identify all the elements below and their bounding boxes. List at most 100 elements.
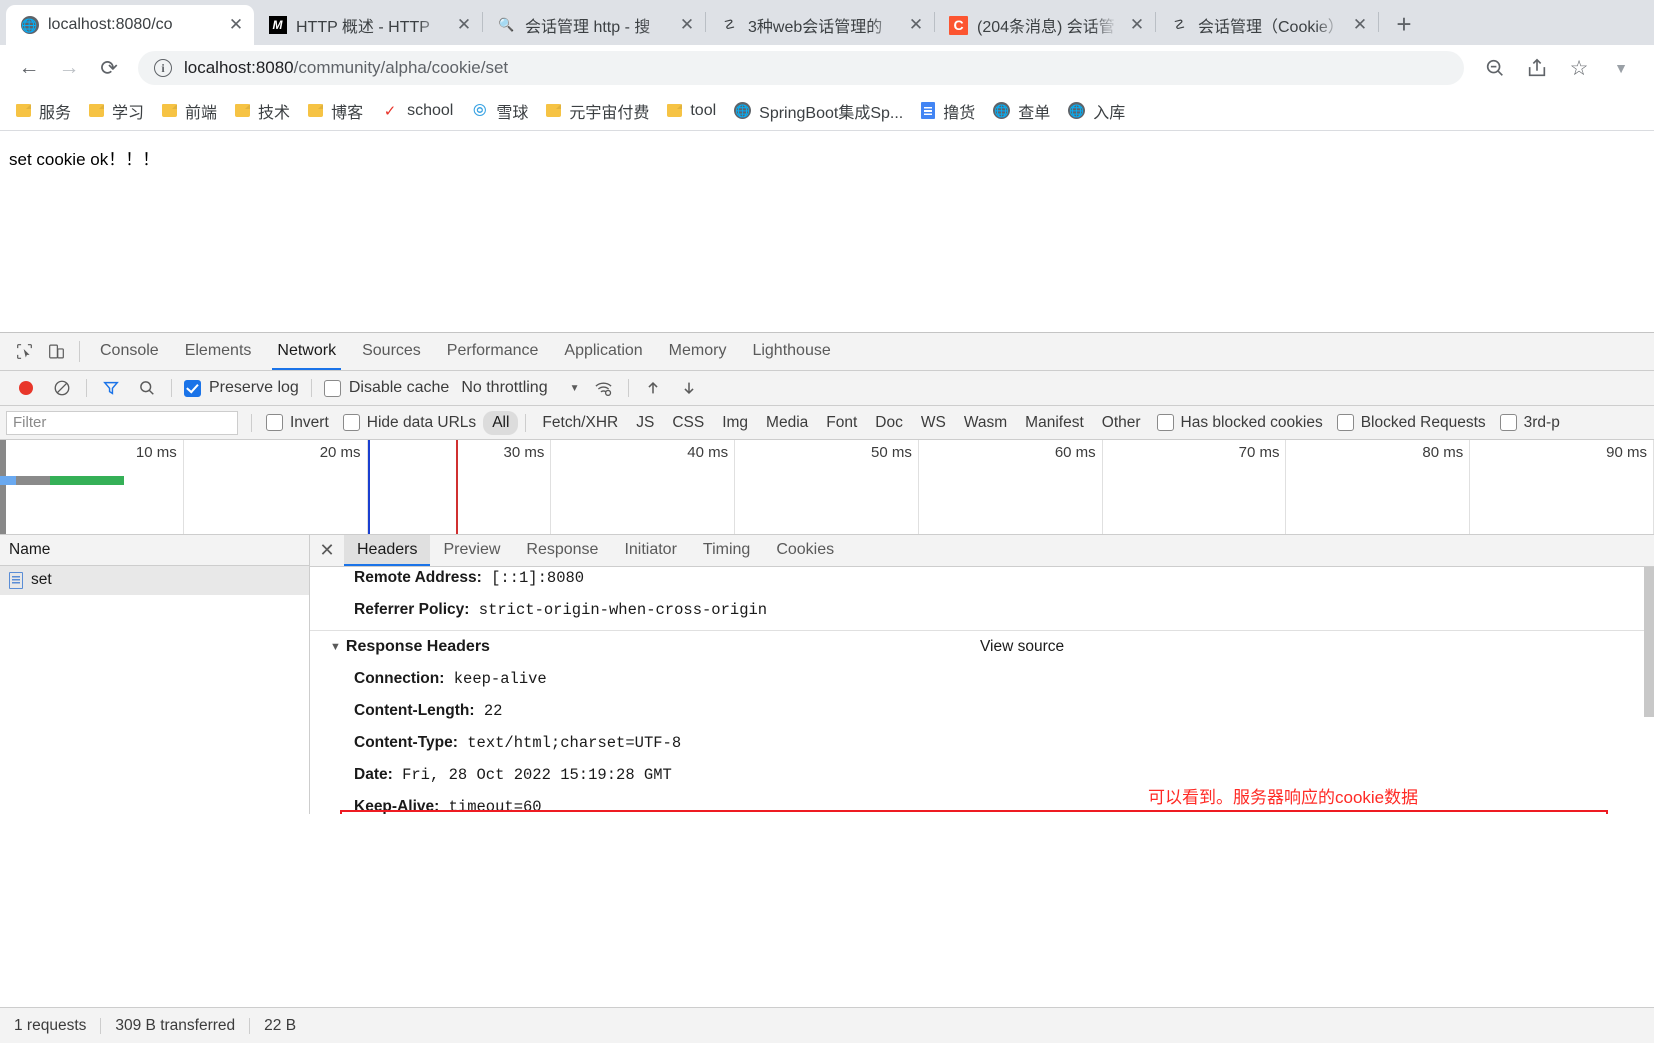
filter-type-fetch-xhr[interactable]: Fetch/XHR [533,411,627,435]
blocked-requests-checkbox[interactable]: Blocked Requests [1330,414,1493,432]
filter-type-img[interactable]: Img [713,411,757,435]
filter-type-js[interactable]: JS [627,411,663,435]
bookmark-label: 学习 [112,104,145,122]
hide-data-urls-label: Hide data URLs [366,413,477,431]
clear-icon[interactable] [44,374,80,402]
preserve-log-checkbox[interactable]: Preserve log [178,379,305,397]
tab-close-icon[interactable]: ✕ [906,15,926,35]
bookmark-item[interactable]: 撸货 [913,94,983,128]
reload-icon[interactable]: ⟳ [90,49,128,87]
network-conditions-icon[interactable] [586,374,622,402]
bookmark-item[interactable]: 服务 [8,94,79,128]
invert-checkbox[interactable]: Invert [259,414,336,432]
browser-tab-3[interactable]: ☡ 3种web会话管理的 ✕ [706,5,934,45]
has-blocked-cookies-checkbox[interactable]: Has blocked cookies [1150,414,1330,432]
bookmark-item[interactable]: 🌐 查单 [985,94,1058,128]
browser-menu-icon[interactable]: ▼ [1602,49,1640,87]
request-list-empty-area [0,594,309,814]
close-icon[interactable]: ✕ [310,535,344,566]
browser-tab-5[interactable]: ☡ 会话管理（Cookie） ✕ [1156,5,1378,45]
filter-type-font[interactable]: Font [817,411,866,435]
bookmark-item[interactable]: 学习 [81,94,152,128]
browser-tab-4[interactable]: C (204条消息) 会话管 ✕ [935,5,1155,45]
filter-type-manifest[interactable]: Manifest [1016,411,1093,435]
filter-type-media[interactable]: Media [757,411,817,435]
new-tab-button[interactable]: + [1385,5,1423,43]
disable-cache-checkbox[interactable]: Disable cache [318,379,456,397]
share-icon[interactable] [1518,49,1556,87]
tab-title: 会话管理（Cookie） [1198,19,1341,36]
import-har-icon[interactable] [635,374,671,402]
folder-icon [235,104,251,117]
bookmark-item[interactable]: tool [659,97,724,125]
tab-close-icon[interactable]: ✕ [454,15,474,35]
browser-tab-1[interactable]: M HTTP 概述 - HTTP ✕ [254,5,482,45]
forward-icon[interactable]: → [50,49,88,87]
devtools-tab-memory[interactable]: Memory [656,333,740,370]
bookmark-item[interactable]: 博客 [300,94,371,128]
detail-scrollbar[interactable] [1644,566,1654,717]
tab-close-icon[interactable]: ✕ [226,15,246,35]
browser-chrome: 🌐 localhost:8080/co ✕ M HTTP 概述 - HTTP ✕… [0,0,1654,131]
header-value: [::1]:8080 [491,568,585,587]
bookmark-item[interactable]: 🌐 入库 [1060,94,1133,128]
devtools-tab-network[interactable]: Network [264,333,349,370]
overview-tick-cell: 60 ms [919,440,1103,534]
detail-tab-initiator[interactable]: Initiator [611,535,689,566]
bookmark-star-icon[interactable]: ☆ [1560,49,1598,87]
filter-type-wasm[interactable]: Wasm [955,411,1016,435]
devtools-tab-performance[interactable]: Performance [434,333,552,370]
devtools-tab-console[interactable]: Console [87,333,172,370]
response-headers-section[interactable]: ▼ Response Headers View source [310,629,1654,663]
bookmark-item[interactable]: ⦾ 雪球 [463,94,536,128]
tab-close-icon[interactable]: ✕ [1350,15,1370,35]
devtools-tab-application[interactable]: Application [551,333,655,370]
devtools-tab-elements[interactable]: Elements [172,333,265,370]
third-party-checkbox[interactable]: 3rd-p [1493,414,1567,432]
browser-tab-0[interactable]: 🌐 localhost:8080/co ✕ [6,5,254,45]
tab-close-icon[interactable]: ✕ [1127,15,1147,35]
device-toolbar-icon[interactable] [40,333,72,370]
site-info-icon[interactable]: i [154,59,172,77]
detail-tab-timing[interactable]: Timing [690,535,763,566]
network-overview-timeline[interactable]: 10 ms 20 ms 30 ms 40 ms 50 ms 60 ms 70 m… [0,440,1654,535]
header-row-connection: Connection: keep-alive [310,663,1654,695]
filter-type-ws[interactable]: WS [912,411,955,435]
filter-type-doc[interactable]: Doc [866,411,912,435]
overview-tick-label: 70 ms [1238,444,1280,462]
zoom-icon[interactable] [1476,49,1514,87]
throttling-select[interactable]: No throttling ▼ [455,379,585,397]
devtools-tab-sources[interactable]: Sources [349,333,434,370]
view-source-link[interactable]: View source [980,638,1064,656]
checkbox-box [323,379,341,397]
filter-type-other[interactable]: Other [1093,411,1150,435]
detail-tab-preview[interactable]: Preview [430,535,513,566]
back-icon[interactable]: ← [10,49,48,87]
search-icon[interactable] [129,374,165,402]
devtools-tab-lighthouse[interactable]: Lighthouse [739,333,843,370]
record-button[interactable] [8,374,44,402]
filter-input[interactable]: Filter [6,410,238,435]
bookmark-item[interactable]: 前端 [154,94,225,128]
detail-tab-cookies[interactable]: Cookies [763,535,847,566]
request-list-header[interactable]: Name [0,534,309,566]
address-bar[interactable]: i localhost:8080/community/alpha/cookie/… [138,51,1464,85]
detail-tab-headers[interactable]: Headers [344,534,431,566]
hide-data-urls-checkbox[interactable]: Hide data URLs [336,414,483,432]
toolbar-divider [86,379,87,398]
network-filter-row: Filter Invert Hide data URLs All Fetch/X… [0,406,1654,441]
bookmark-item[interactable]: 技术 [227,94,298,128]
inspect-element-icon[interactable] [8,333,40,370]
bookmark-item[interactable]: 元宇宙付费 [538,94,657,128]
bookmark-item[interactable]: 🌐 SpringBoot集成Sp... [726,94,911,128]
request-row-set[interactable]: set [0,565,309,595]
tab-close-icon[interactable]: ✕ [677,15,697,35]
bookmark-item[interactable]: ✓ school [373,97,461,125]
filter-funnel-icon[interactable] [93,374,129,402]
browser-tab-2[interactable]: 🔍 会话管理 http - 搜 ✕ [483,5,705,45]
export-har-icon[interactable] [671,374,707,402]
filter-type-all[interactable]: All [483,410,519,435]
filter-type-css[interactable]: CSS [663,411,713,435]
headers-content[interactable]: Remote Address: [::1]:8080 Referrer Poli… [310,566,1654,814]
detail-tab-response[interactable]: Response [513,535,611,566]
